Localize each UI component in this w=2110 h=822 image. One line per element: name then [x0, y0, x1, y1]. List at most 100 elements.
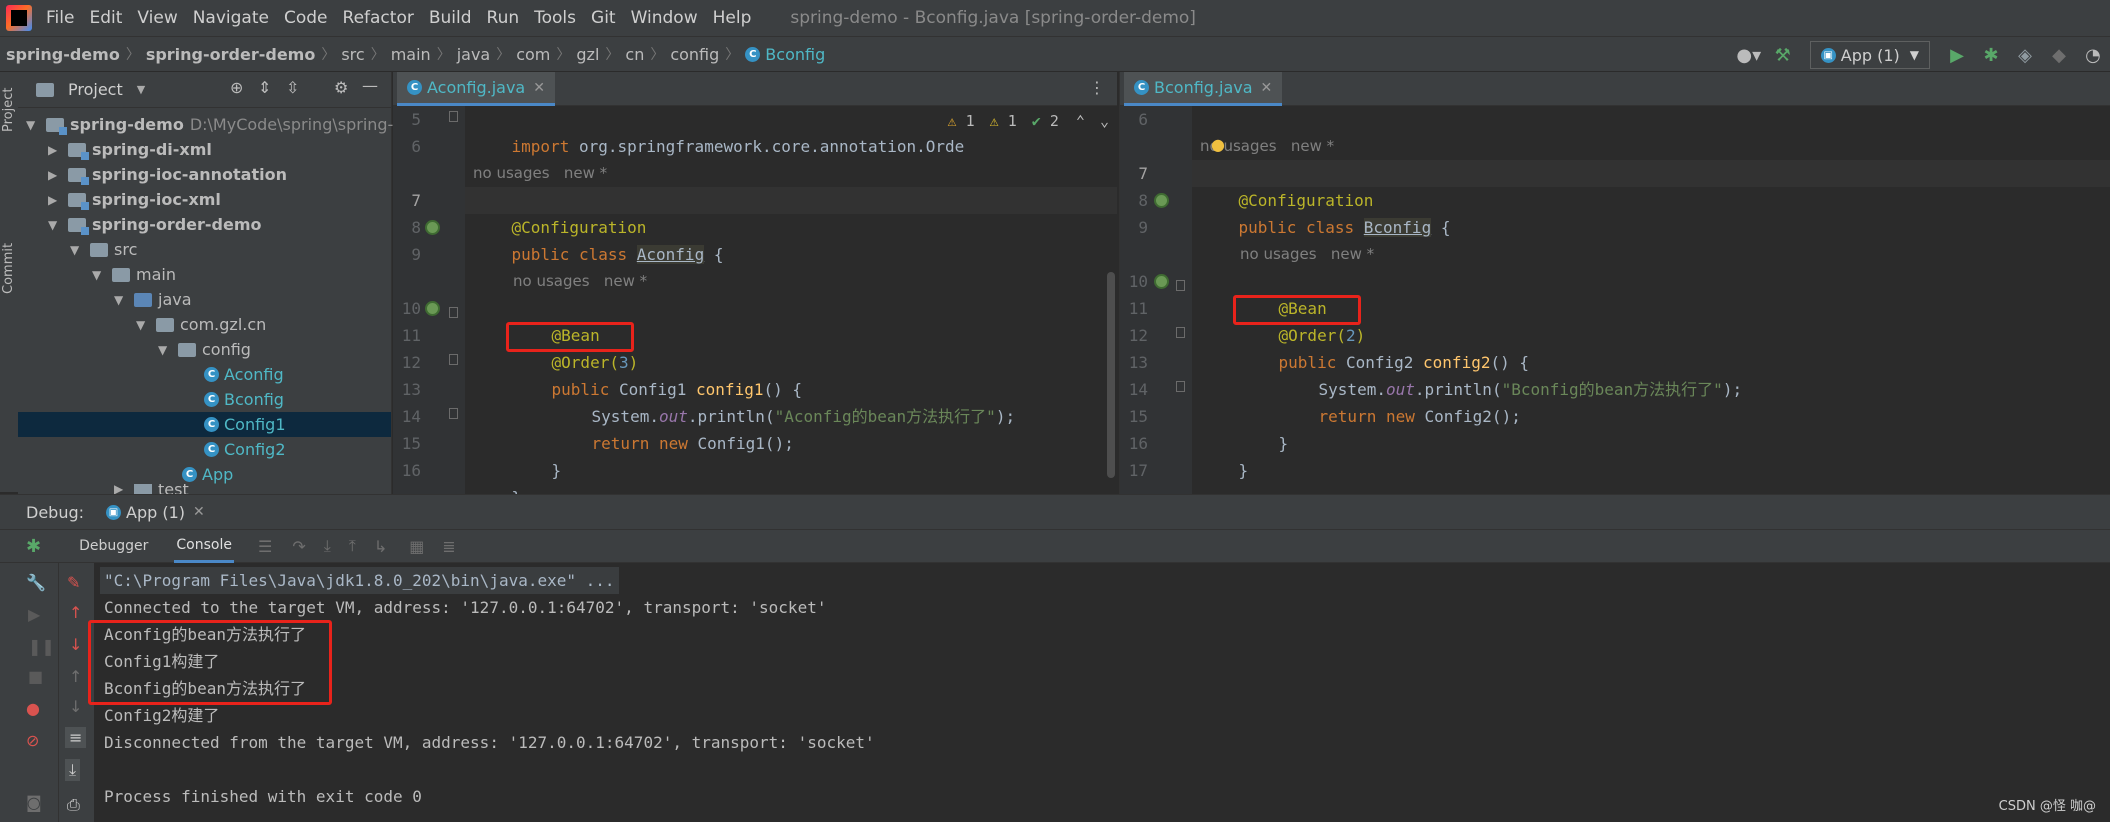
tree-item-config[interactable]: ▼ config — [158, 337, 251, 362]
breadcrumb-src[interactable]: src — [341, 45, 364, 64]
user-account-icon[interactable]: ●▾ — [1736, 45, 1761, 66]
tree-item-main[interactable]: ▼ main — [92, 262, 176, 287]
menu-file[interactable]: File — [46, 8, 74, 28]
menu-help[interactable]: Help — [713, 8, 752, 28]
arrow-down-icon[interactable]: ↓ — [69, 697, 82, 716]
run-configuration-selector[interactable]: ▣ App (1) ▼ — [1809, 41, 1930, 69]
tab-debugger[interactable]: Debugger — [79, 538, 148, 554]
menu-refactor[interactable]: Refactor — [343, 8, 414, 28]
tree-item-spring-ioc-xml[interactable]: ▶ spring-ioc-xml — [48, 187, 221, 212]
trace-icon[interactable]: ≣ — [442, 537, 455, 556]
menu-window[interactable]: Window — [631, 8, 698, 28]
editor-scrollbar[interactable] — [1107, 272, 1115, 478]
chevron-down-icon[interactable]: ▼ — [137, 83, 145, 96]
tree-item-test[interactable]: ▶ test — [114, 484, 189, 494]
fold-icon[interactable] — [1176, 280, 1185, 291]
fold-icon[interactable] — [449, 354, 458, 365]
soft-wrap-icon[interactable]: ≡ — [65, 727, 87, 748]
clear-console-icon[interactable]: ✎ — [67, 573, 80, 592]
fold-icon[interactable] — [449, 408, 458, 419]
breadcrumb-java[interactable]: java — [457, 45, 491, 64]
chevron-up-icon[interactable]: ⌃ — [1076, 112, 1085, 130]
menu-build[interactable]: Build — [429, 8, 472, 28]
coverage-icon[interactable]: ◈ — [2015, 45, 2035, 66]
breadcrumb-gzl[interactable]: gzl — [576, 45, 599, 64]
breadcrumb-file[interactable]: Bconfig — [765, 45, 825, 64]
step-out-icon[interactable]: ⤒ — [349, 536, 356, 556]
menu-run[interactable]: Run — [487, 8, 520, 28]
tree-item-spring-demo[interactable]: ▼ spring-demo D:\MyCode\spring\spring-de — [26, 112, 413, 137]
menu-code[interactable]: Code — [284, 8, 328, 28]
run-to-cursor-icon[interactable]: ↳ — [374, 537, 387, 556]
tab-console[interactable]: Console — [174, 530, 234, 563]
spring-bean-gutter-icon[interactable] — [425, 220, 440, 235]
print-icon[interactable]: ⎙ — [67, 795, 80, 815]
evaluate-icon[interactable]: ▦ — [409, 537, 424, 556]
layout-icon[interactable]: ☰ — [258, 537, 272, 556]
menu-view[interactable]: View — [137, 8, 177, 28]
locate-target-icon[interactable]: ⊕ — [230, 78, 243, 97]
camera-icon[interactable]: ◙ — [26, 793, 42, 812]
tree-item-java[interactable]: ▼ java — [114, 287, 192, 312]
usage-hint[interactable]: no usages new * — [513, 268, 647, 295]
tree-item-aconfig[interactable]: C Aconfig — [204, 362, 284, 387]
fold-icon[interactable] — [1176, 327, 1185, 338]
arrow-up-icon[interactable]: ↑ — [69, 603, 82, 622]
tree-item-src[interactable]: ▼ src — [70, 237, 137, 262]
arrow-down-icon[interactable]: ↓ — [69, 635, 82, 654]
fold-icon[interactable] — [449, 307, 458, 318]
debug-session-tab[interactable]: App (1) — [126, 503, 185, 522]
inspection-widget[interactable]: ⚠ 1 ⚠ 1 ✔ 2 ⌃ ⌄ — [948, 112, 1109, 130]
fold-icon[interactable] — [449, 111, 458, 122]
tab-bconfig-java[interactable]: C Bconfig.java ✕ — [1124, 72, 1283, 106]
gear-icon[interactable]: ⚙ — [334, 78, 348, 97]
spring-bean-gutter-icon[interactable] — [1154, 193, 1169, 208]
tree-item-bconfig[interactable]: C Bconfig — [204, 387, 284, 412]
update-icon[interactable]: ◔ — [2083, 45, 2103, 66]
breadcrumb-module[interactable]: spring-order-demo — [146, 45, 316, 64]
debug-bug-icon[interactable]: ✱ — [1981, 45, 2001, 66]
breadcrumb-cn[interactable]: cn — [625, 45, 644, 64]
view-breakpoints-icon[interactable]: ● — [26, 699, 40, 718]
tree-item-config1[interactable]: C Config1 — [18, 412, 391, 437]
fold-icon[interactable] — [1176, 381, 1185, 392]
tree-item-config2[interactable]: C Config2 — [204, 437, 286, 462]
project-tool-tab[interactable]: Project — [1, 88, 16, 132]
editor-aconfig[interactable]: C Aconfig.java ✕ ⋮ ⚠ 1 ⚠ 1 ✔ 2 ⌃ ⌄ 5 6 7… — [393, 72, 1117, 494]
chevron-down-icon[interactable]: ⌄ — [1100, 112, 1109, 130]
expand-all-icon[interactable]: ⇕ — [258, 78, 271, 97]
menu-tools[interactable]: Tools — [534, 8, 576, 28]
lightbulb-icon[interactable]: ● — [1211, 135, 1225, 154]
profiler-icon[interactable]: ◆ — [2049, 45, 2069, 66]
build-hammer-icon[interactable]: ⚒ — [1773, 45, 1793, 66]
breadcrumb-config[interactable]: config — [670, 45, 719, 64]
minimize-icon[interactable]: — — [362, 76, 378, 95]
intellij-logo-icon[interactable] — [6, 5, 32, 31]
usage-hint[interactable]: no usages new * — [1240, 241, 1374, 268]
mute-breakpoints-icon[interactable]: ⊘ — [26, 731, 39, 750]
menu-git[interactable]: Git — [591, 8, 616, 28]
spring-bean-gutter-icon[interactable] — [425, 301, 440, 316]
breadcrumb-main[interactable]: main — [391, 45, 431, 64]
close-icon[interactable]: ✕ — [193, 504, 205, 520]
tree-item-app[interactable]: C App — [182, 462, 233, 487]
step-into-icon[interactable]: ⤓ — [324, 536, 331, 556]
tab-aconfig-java[interactable]: C Aconfig.java ✕ — [397, 72, 555, 106]
arrow-up-icon[interactable]: ↑ — [69, 667, 82, 686]
menu-navigate[interactable]: Navigate — [193, 8, 269, 28]
wrench-icon[interactable]: 🔧 — [26, 573, 46, 592]
pause-icon[interactable]: ❚❚ — [28, 637, 55, 656]
run-icon[interactable]: ▶ — [1947, 45, 1967, 66]
resume-icon[interactable]: ▶ — [28, 605, 40, 624]
breadcrumb-project[interactable]: spring-demo — [6, 45, 120, 64]
collapse-all-icon[interactable]: ⇳ — [286, 78, 299, 97]
editor-bconfig[interactable]: C Bconfig.java ✕ 6 7 8 9 10 11 12 13 14 … — [1119, 72, 2110, 494]
debug-bug-icon[interactable]: ✱ — [26, 536, 41, 557]
breadcrumb-com[interactable]: com — [516, 45, 550, 64]
project-panel-title[interactable]: Project — [68, 80, 123, 99]
scroll-to-end-icon[interactable]: ⤓ — [65, 759, 81, 781]
tree-item-spring-di-xml[interactable]: ▶ spring-di-xml — [48, 137, 212, 162]
spring-bean-gutter-icon[interactable] — [1154, 274, 1169, 289]
close-icon[interactable]: ✕ — [533, 80, 545, 96]
stop-icon[interactable]: ■ — [28, 667, 43, 686]
